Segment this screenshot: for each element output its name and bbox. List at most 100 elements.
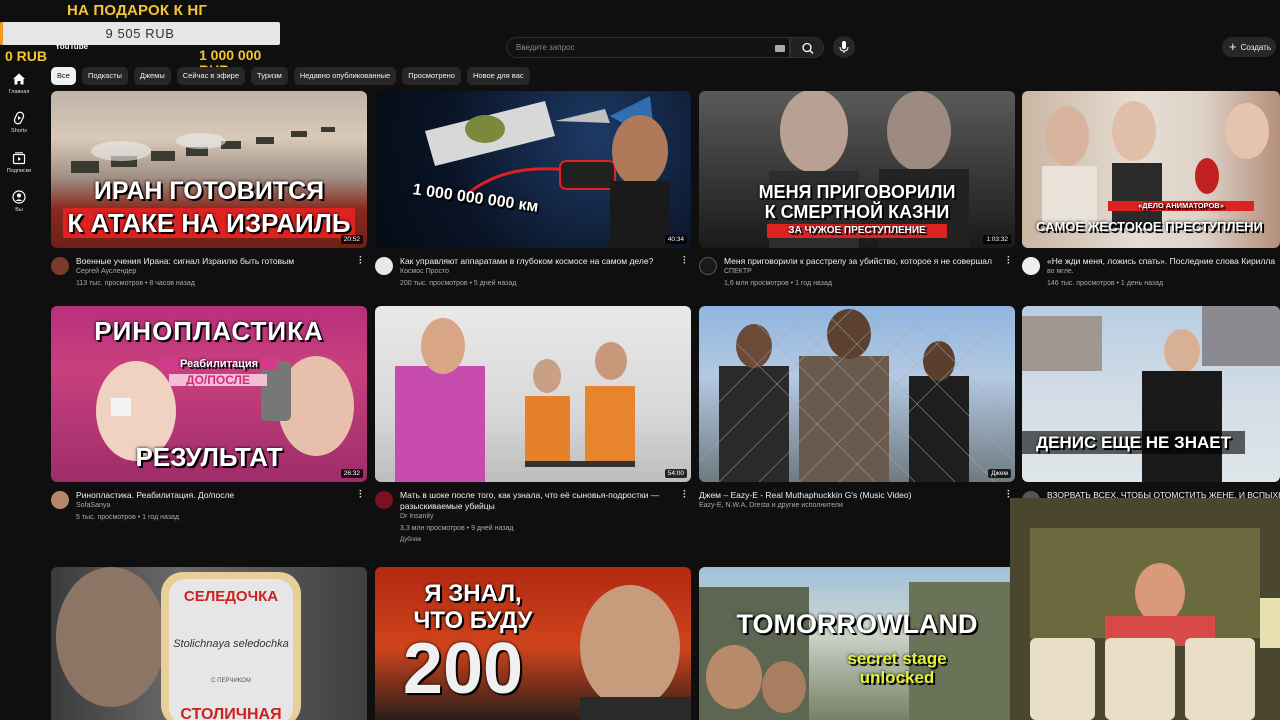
festival-crowd-image <box>699 582 1015 720</box>
channel-name[interactable]: СПЕКТР <box>724 268 752 275</box>
video-duration: 1:03:32 <box>983 235 1011 244</box>
chip-tourism[interactable]: Туризм <box>251 67 288 85</box>
video-card[interactable]: Я ЗНАЛ, ЧТО БУДУ 200 <box>375 567 691 720</box>
video-card[interactable]: TOMORROWLAND secret stage unlocked <box>699 567 1015 720</box>
video-stats: 146 тыс. просмотров • 1 день назад <box>1047 280 1164 287</box>
video-title[interactable]: Джем – Eazy-E - Real Muthaphuckkin G's (… <box>699 490 976 501</box>
video-title[interactable]: Военные учения Ирана: сигнал Израилю быт… <box>76 256 353 267</box>
channel-avatar[interactable] <box>375 491 393 509</box>
channel-avatar[interactable] <box>51 491 69 509</box>
video-meta: Мать в шоке после того, как узнала, что … <box>375 487 691 550</box>
video-stats: 5 тыс. просмотров • 1 год назад <box>76 514 180 521</box>
donation-title: НА ПОДАРОК К НГ <box>67 2 208 19</box>
chip-jams[interactable]: Джемы <box>133 67 171 85</box>
channel-avatar[interactable] <box>699 257 717 275</box>
chip-podcasts[interactable]: Подкасты <box>81 67 128 85</box>
video-title[interactable]: Ринопластика. Реабилитация. До/после <box>76 490 353 501</box>
video-duration: 26:32 <box>340 469 363 478</box>
shorts-icon <box>13 111 25 125</box>
more-options-icon[interactable]: · · · <box>683 487 689 503</box>
video-thumbnail[interactable]: ДЕНИС ЕЩЕ НЕ ЗНАЕТ <box>1022 306 1280 482</box>
chip-live[interactable]: Сейчас в эфире <box>176 67 246 85</box>
video-title[interactable]: Как управляют аппаратами в глубоком косм… <box>400 256 677 267</box>
video-title[interactable]: Меня приговорили к расстрелу за убийство… <box>724 256 1001 267</box>
video-card[interactable]: МЕНЯ ПРИГОВОРИЛИ К СМЕРТНОЙ КАЗНИ ЗА ЧУЖ… <box>699 91 1015 316</box>
donation-current-amount: 9 505 RUB <box>105 26 175 41</box>
video-thumbnail[interactable]: ИРАН ГОТОВИТСЯ К АТАКЕ НА ИЗРАИЛЬ 20:52 <box>51 91 367 248</box>
thumbnail-caption: РИНОПЛАСТИКА <box>94 316 324 346</box>
dubbing-badge: Дубляж <box>400 537 422 543</box>
chip-all[interactable]: Все <box>51 67 76 85</box>
keyboard-icon[interactable] <box>775 45 785 52</box>
more-options-icon[interactable]: · · · <box>1007 253 1013 269</box>
channel-name[interactable]: Космос Просто <box>400 268 449 275</box>
thumbnail-caption: ДО/ПОСЛЕ <box>169 374 267 386</box>
video-card[interactable]: 1 000 000 000 км 40:34 Как управляют апп… <box>375 91 691 316</box>
thumbnail-caption: РЕЗУЛЬТАТ <box>135 442 283 472</box>
channel-avatar[interactable] <box>51 257 69 275</box>
thumbnail-caption: ДЕНИС ЕЩЕ НЕ ЗНАЕТ <box>1022 431 1245 454</box>
video-card[interactable]: «ДЕЛО АНИМАТОРОВ» САМОЕ ЖЕСТОКОЕ ПРЕСТУП… <box>1022 91 1280 316</box>
channel-avatar[interactable] <box>375 257 393 275</box>
video-thumbnail[interactable]: Я ЗНАЛ, ЧТО БУДУ 200 <box>375 567 691 720</box>
channel-name[interactable]: Сергей Ауслендер <box>76 268 136 275</box>
sidebar-item-shorts[interactable]: Shorts <box>0 111 38 134</box>
video-duration: 20:52 <box>340 235 363 244</box>
video-title[interactable]: «Не жди меня, ложись спать». Последние с… <box>1047 256 1280 267</box>
microphone-icon <box>839 41 849 53</box>
donation-min-label: 0 RUB <box>5 48 48 64</box>
thumbnail-caption: Реабилитация <box>161 359 277 370</box>
interrogation-room-image <box>395 318 635 482</box>
search-button[interactable] <box>790 37 824 58</box>
more-options-icon[interactable]: · · · <box>359 487 365 503</box>
video-duration: 54:00 <box>664 469 687 478</box>
thumbnail-caption: «ДЕЛО АНИМАТОРОВ» <box>1108 201 1254 211</box>
search-input[interactable]: Введите запрос <box>506 37 790 58</box>
thumbnail-caption: Я ЗНАЛ, <box>424 580 522 607</box>
video-meta: Джем – Eazy-E - Real Muthaphuckkin G's (… <box>699 487 1015 550</box>
video-card[interactable]: 54:00 Мать в шоке после того, как узнала… <box>375 306 691 550</box>
youtube-home-screen: YouTube Введите запрос + Создать НА ПОДА… <box>0 0 1280 720</box>
chip-recently-uploaded[interactable]: Недавно опубликованные <box>293 67 397 85</box>
video-duration: 40:34 <box>664 235 687 244</box>
video-stats: 200 тыс. просмотров • 5 дней назад <box>400 280 517 287</box>
create-label: Создать <box>1240 42 1271 52</box>
create-button[interactable]: + Создать <box>1222 37 1276 57</box>
video-card[interactable]: ИРАН ГОТОВИТСЯ К АТАКЕ НА ИЗРАИЛЬ 20:52 … <box>51 91 367 316</box>
video-title[interactable]: Мать в шоке после того, как узнала, что … <box>400 490 677 512</box>
donation-progress-bar: 9 505 RUB <box>0 22 280 45</box>
video-thumbnail[interactable]: «ДЕЛО АНИМАТОРОВ» САМОЕ ЖЕСТОКОЕ ПРЕСТУП… <box>1022 91 1280 248</box>
sidebar-item-label: Вы <box>15 207 23 213</box>
streamer-webcam <box>1010 498 1280 720</box>
thumbnail-caption: TOMORROWLAND <box>736 609 978 639</box>
video-stats: 113 тыс. просмотров • 8 часов назад <box>76 280 195 287</box>
sidebar-item-you[interactable]: Вы <box>0 190 38 213</box>
video-thumbnail[interactable]: СЕЛЕДОЧКА Stolichnaya seledochka С ПЕРЧИ… <box>51 567 367 720</box>
more-options-icon[interactable]: · · · <box>683 253 689 269</box>
sidebar-item-subscriptions[interactable]: Подписки <box>0 151 38 174</box>
video-card[interactable]: Джем Джем – Eazy-E - Real Muthaphuckkin … <box>699 306 1015 550</box>
channel-avatar[interactable] <box>1022 257 1040 275</box>
video-thumbnail[interactable]: РИНОПЛАСТИКА Реабилитация ДО/ПОСЛЕ РЕЗУЛ… <box>51 306 367 482</box>
channel-name[interactable]: во мгле. <box>1047 268 1074 275</box>
chip-new-to-you[interactable]: Новое для вас <box>466 67 530 85</box>
video-thumbnail[interactable]: TOMORROWLAND secret stage unlocked <box>699 567 1015 720</box>
thumbnail-caption: secret stage <box>847 649 947 668</box>
voice-search-button[interactable] <box>833 36 855 58</box>
channel-name[interactable]: Dr Insanity <box>400 513 433 520</box>
chip-watched[interactable]: Просмотрено <box>402 67 461 85</box>
channel-name[interactable]: SofaSanya <box>76 502 110 509</box>
thumbnail-caption: ЗА ЧУЖОЕ ПРЕСТУПЛЕНИЕ <box>767 224 947 238</box>
channel-name[interactable]: Eazy-E, N.W.A, Dresta и другие исполните… <box>699 502 843 509</box>
thumbnail-caption: К АТАКЕ НА ИЗРАИЛЬ <box>63 208 355 238</box>
sidebar-item-label: Главная <box>8 89 30 95</box>
video-thumbnail[interactable]: 54:00 <box>375 306 691 482</box>
video-card[interactable]: СЕЛЕДОЧКА Stolichnaya seledochka С ПЕРЧИ… <box>51 567 367 720</box>
search-icon <box>802 42 814 54</box>
more-options-icon[interactable]: · · · <box>359 253 365 269</box>
video-thumbnail[interactable]: Джем <box>699 306 1015 482</box>
video-card[interactable]: РИНОПЛАСТИКА Реабилитация ДО/ПОСЛЕ РЕЗУЛ… <box>51 306 367 550</box>
video-thumbnail[interactable]: МЕНЯ ПРИГОВОРИЛИ К СМЕРТНОЙ КАЗНИ ЗА ЧУЖ… <box>699 91 1015 248</box>
sidebar-item-home[interactable]: Главная <box>0 72 38 95</box>
video-thumbnail[interactable]: 1 000 000 000 км 40:34 <box>375 91 691 248</box>
